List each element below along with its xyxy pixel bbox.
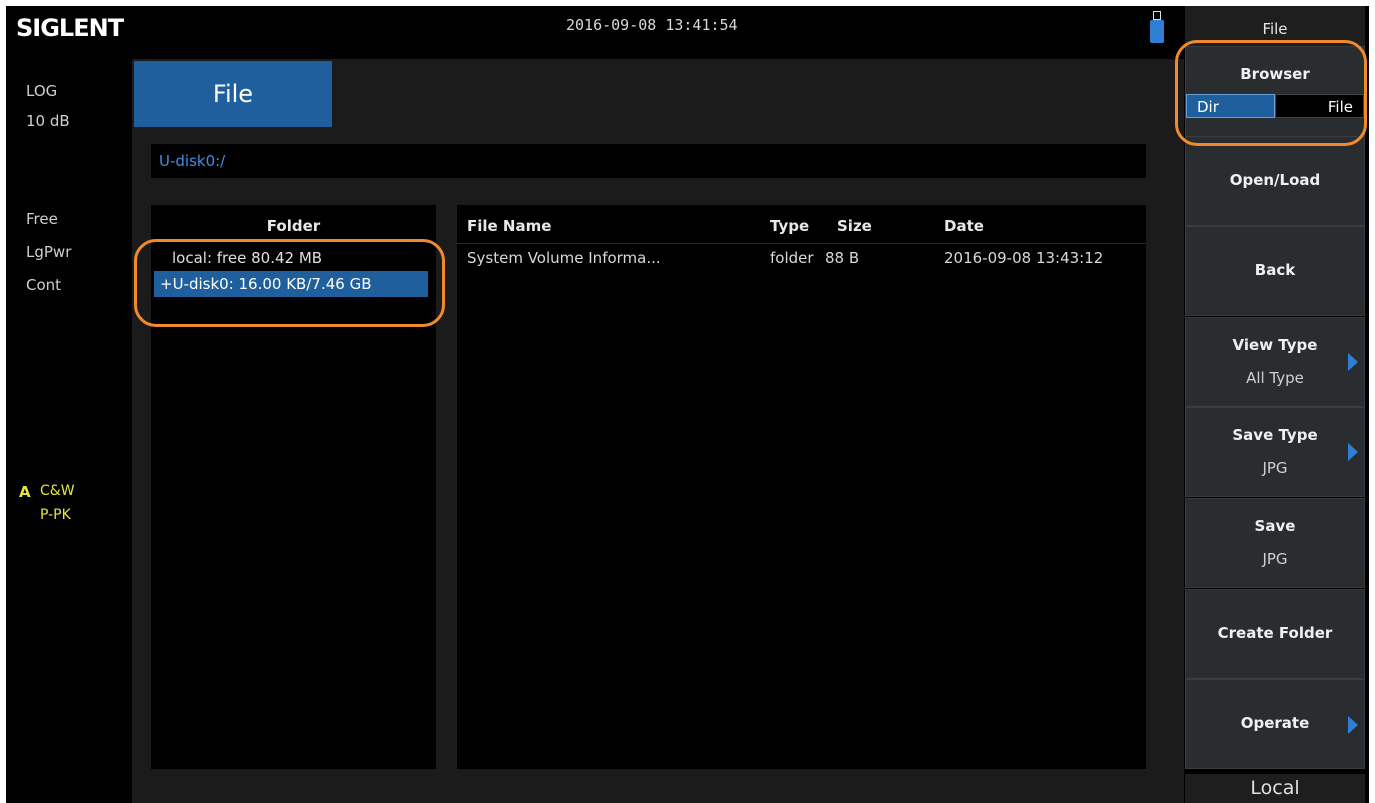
chevron-right-icon: [1348, 716, 1358, 734]
save-type-button[interactable]: Save Type JPG: [1185, 407, 1365, 497]
trigger-mode: Free: [26, 210, 58, 228]
view-type-button[interactable]: View Type All Type: [1185, 317, 1365, 407]
top-bar: SIGLENT 2016-09-08 13:41:54: [6, 6, 1184, 46]
local-status: Local: [1185, 774, 1365, 803]
operate-button[interactable]: Operate: [1185, 679, 1365, 769]
annotation-oval-browser: [1175, 40, 1367, 146]
view-type-label: View Type: [1232, 336, 1318, 354]
file-row-size: 88 B: [825, 249, 860, 267]
save-button[interactable]: Save JPG: [1185, 498, 1365, 588]
sweep-mode: Cont: [26, 276, 62, 294]
back-button[interactable]: Back: [1185, 226, 1365, 316]
save-value: JPG: [1262, 550, 1288, 568]
save-type-value: JPG: [1262, 459, 1288, 477]
file-row-type: folder: [770, 249, 814, 267]
open-load-button[interactable]: Open/Load: [1185, 136, 1365, 226]
trace-letter: A: [19, 483, 31, 501]
datetime-display: 2016-09-08 13:41:54: [566, 16, 738, 34]
detector-mode: LgPwr: [26, 243, 72, 261]
trace-detector: P-PK: [40, 507, 71, 523]
file-tab[interactable]: File: [134, 61, 332, 127]
chevron-right-icon: [1348, 443, 1358, 461]
file-row-name[interactable]: System Volume Informa...: [467, 249, 661, 267]
column-header-type[interactable]: Type: [770, 217, 809, 235]
brand-logo: SIGLENT: [16, 14, 124, 42]
folder-header: Folder: [266, 217, 321, 235]
header-divider: [457, 243, 1146, 244]
file-panel: File U-disk0:/ Folder local: free 80.42 …: [132, 59, 1185, 803]
current-path: U-disk0:/: [151, 144, 1146, 178]
column-header-size[interactable]: Size: [837, 217, 872, 235]
operate-label: Operate: [1240, 714, 1310, 732]
save-type-label: Save Type: [1232, 426, 1318, 444]
scale-div: 10 dB: [26, 112, 70, 130]
open-load-label: Open/Load: [1229, 171, 1321, 189]
view-type-value: All Type: [1246, 369, 1304, 387]
scale-type: LOG: [26, 82, 58, 100]
column-header-name[interactable]: File Name: [467, 217, 551, 235]
create-folder-label: Create Folder: [1217, 624, 1333, 642]
file-row-date: 2016-09-08 13:43:12: [944, 249, 1104, 267]
analyzer-screen: SIGLENT 2016-09-08 13:41:54 LOG 10 dB Fr…: [6, 6, 1369, 803]
status-column: LOG 10 dB Free LgPwr Cont A C&W P-PK: [6, 46, 132, 803]
save-label: Save: [1254, 517, 1296, 535]
trace-mode: C&W: [40, 483, 75, 499]
back-label: Back: [1254, 261, 1296, 279]
create-folder-button[interactable]: Create Folder: [1185, 589, 1365, 679]
chevron-right-icon: [1348, 353, 1358, 371]
file-list: File Name Type Size Date System Volume I…: [457, 205, 1146, 769]
annotation-oval-folders: [134, 239, 445, 327]
column-header-date[interactable]: Date: [944, 217, 984, 235]
usb-icon: [1150, 11, 1164, 43]
